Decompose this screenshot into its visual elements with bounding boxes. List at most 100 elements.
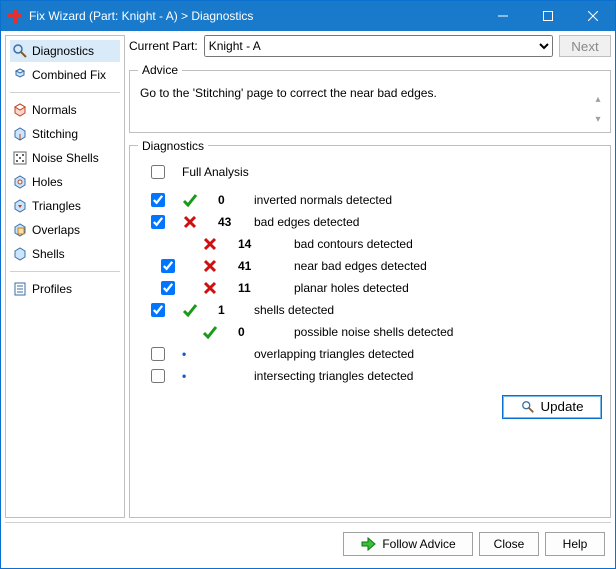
label: overlapping triangles detected xyxy=(254,347,602,361)
cb-near-bad-edges[interactable] xyxy=(161,259,175,273)
cube-hole-icon xyxy=(12,174,28,190)
sidebar-item-overlaps[interactable]: Overlaps xyxy=(10,219,120,241)
cb-overlapping[interactable] xyxy=(151,347,165,361)
help-button[interactable]: Help xyxy=(545,532,605,556)
advice-group: Advice Go to the 'Stitching' page to cor… xyxy=(129,63,611,133)
sidebar-item-label: Normals xyxy=(32,103,77,117)
sidebar-item-label: Holes xyxy=(32,175,63,189)
cube-tri-icon xyxy=(12,198,28,214)
sidebar-item-diagnostics[interactable]: Diagnostics xyxy=(10,40,120,62)
main-panel: Current Part: Knight - A Next Advice Go … xyxy=(129,35,611,518)
label: bad edges detected xyxy=(254,215,602,229)
label: possible noise shells detected xyxy=(274,325,602,339)
sidebar-item-label: Profiles xyxy=(32,282,72,296)
advice-legend: Advice xyxy=(138,63,182,77)
sidebar-divider xyxy=(10,271,120,272)
x-icon xyxy=(198,280,238,296)
sidebar-item-label: Combined Fix xyxy=(32,68,106,82)
dice-icon xyxy=(12,150,28,166)
diag-row-intersecting: • intersecting triangles detected xyxy=(138,365,602,387)
count: 1 xyxy=(218,303,254,317)
sidebar-item-triangles[interactable]: Triangles xyxy=(10,195,120,217)
footer: Follow Advice Close Help xyxy=(5,522,611,564)
diag-row-planar-holes: 11 planar holes detected xyxy=(138,277,602,299)
count: 11 xyxy=(238,281,274,295)
document-icon xyxy=(12,281,28,297)
dot-icon: • xyxy=(178,369,218,383)
diag-row-overlapping: • overlapping triangles detected xyxy=(138,343,602,365)
follow-advice-button[interactable]: Follow Advice xyxy=(343,532,473,556)
scroll-up-icon[interactable]: ▴ xyxy=(590,91,606,107)
count: 43 xyxy=(218,215,254,229)
magnifier-icon xyxy=(521,400,535,414)
cb-bad-edges[interactable] xyxy=(151,215,165,229)
x-icon xyxy=(178,214,218,230)
close-window-button[interactable] xyxy=(570,1,615,31)
advice-scrollbar: ▴ ▾ xyxy=(590,91,606,128)
x-icon xyxy=(198,258,238,274)
check-icon xyxy=(178,302,218,318)
count: 0 xyxy=(218,193,254,207)
magnifier-icon xyxy=(12,43,28,59)
diagnostics-legend: Diagnostics xyxy=(138,139,208,153)
sidebar-item-label: Shells xyxy=(32,247,65,261)
label: inverted normals detected xyxy=(254,193,602,207)
arrow-right-icon xyxy=(360,536,376,552)
count: 0 xyxy=(238,325,274,339)
count: 14 xyxy=(238,237,274,251)
label: shells detected xyxy=(254,303,602,317)
cb-planar-holes[interactable] xyxy=(161,281,175,295)
next-button[interactable]: Next xyxy=(559,35,611,57)
sidebar-item-profiles[interactable]: Profiles xyxy=(10,278,120,300)
sidebar-item-label: Overlaps xyxy=(32,223,80,237)
sidebar-divider xyxy=(10,92,120,93)
window-title: Fix Wizard (Part: Knight - A) > Diagnost… xyxy=(29,9,480,23)
dot-icon: • xyxy=(178,347,218,361)
x-icon xyxy=(198,236,238,252)
cube-shell-icon xyxy=(12,246,28,262)
label: planar holes detected xyxy=(274,281,602,295)
label: near bad edges detected xyxy=(274,259,602,273)
diagnostics-group: Diagnostics Full Analysis 0 inverted nor… xyxy=(129,139,611,518)
label: bad contours detected xyxy=(274,237,602,251)
close-button[interactable]: Close xyxy=(479,532,539,556)
diag-row-noise-shells: 0 possible noise shells detected xyxy=(138,321,602,343)
cb-intersecting[interactable] xyxy=(151,369,165,383)
check-icon xyxy=(178,192,218,208)
sidebar-item-noise-shells[interactable]: Noise Shells xyxy=(10,147,120,169)
cube-overlap-icon xyxy=(12,222,28,238)
diag-row-bad-contours: 14 bad contours detected xyxy=(138,233,602,255)
check-icon xyxy=(198,324,238,340)
cube-red-icon xyxy=(12,102,28,118)
fix-wizard-window: Fix Wizard (Part: Knight - A) > Diagnost… xyxy=(0,0,616,569)
full-analysis-checkbox[interactable] xyxy=(151,165,165,179)
cube-stitch-icon xyxy=(12,126,28,142)
sidebar-item-label: Triangles xyxy=(32,199,81,213)
cb-shells[interactable] xyxy=(151,303,165,317)
maximize-button[interactable] xyxy=(525,1,570,31)
cubes-icon xyxy=(12,67,28,83)
current-part-select[interactable]: Knight - A xyxy=(204,35,553,57)
sidebar-item-holes[interactable]: Holes xyxy=(10,171,120,193)
diag-row-inverted-normals: 0 inverted normals detected xyxy=(138,189,602,211)
count: 41 xyxy=(238,259,274,273)
diag-row-bad-edges: 43 bad edges detected xyxy=(138,211,602,233)
update-label: Update xyxy=(541,399,584,414)
sidebar-item-shells[interactable]: Shells xyxy=(10,243,120,265)
sidebar-item-combined-fix[interactable]: Combined Fix xyxy=(10,64,120,86)
scroll-down-icon[interactable]: ▾ xyxy=(590,112,606,128)
update-button[interactable]: Update xyxy=(502,395,602,419)
cb-inverted-normals[interactable] xyxy=(151,193,165,207)
sidebar-item-normals[interactable]: Normals xyxy=(10,99,120,121)
diag-row-shells: 1 shells detected xyxy=(138,299,602,321)
titlebar: Fix Wizard (Part: Knight - A) > Diagnost… xyxy=(1,1,615,31)
advice-text: Go to the 'Stitching' page to correct th… xyxy=(138,83,602,124)
sidebar-item-label: Stitching xyxy=(32,127,78,141)
minimize-button[interactable] xyxy=(480,1,525,31)
sidebar-item-stitching[interactable]: Stitching xyxy=(10,123,120,145)
diag-row-near-bad-edges: 41 near bad edges detected xyxy=(138,255,602,277)
current-part-label: Current Part: xyxy=(129,39,198,53)
sidebar-item-label: Noise Shells xyxy=(32,151,99,165)
follow-advice-label: Follow Advice xyxy=(382,537,455,551)
app-icon xyxy=(7,8,23,24)
